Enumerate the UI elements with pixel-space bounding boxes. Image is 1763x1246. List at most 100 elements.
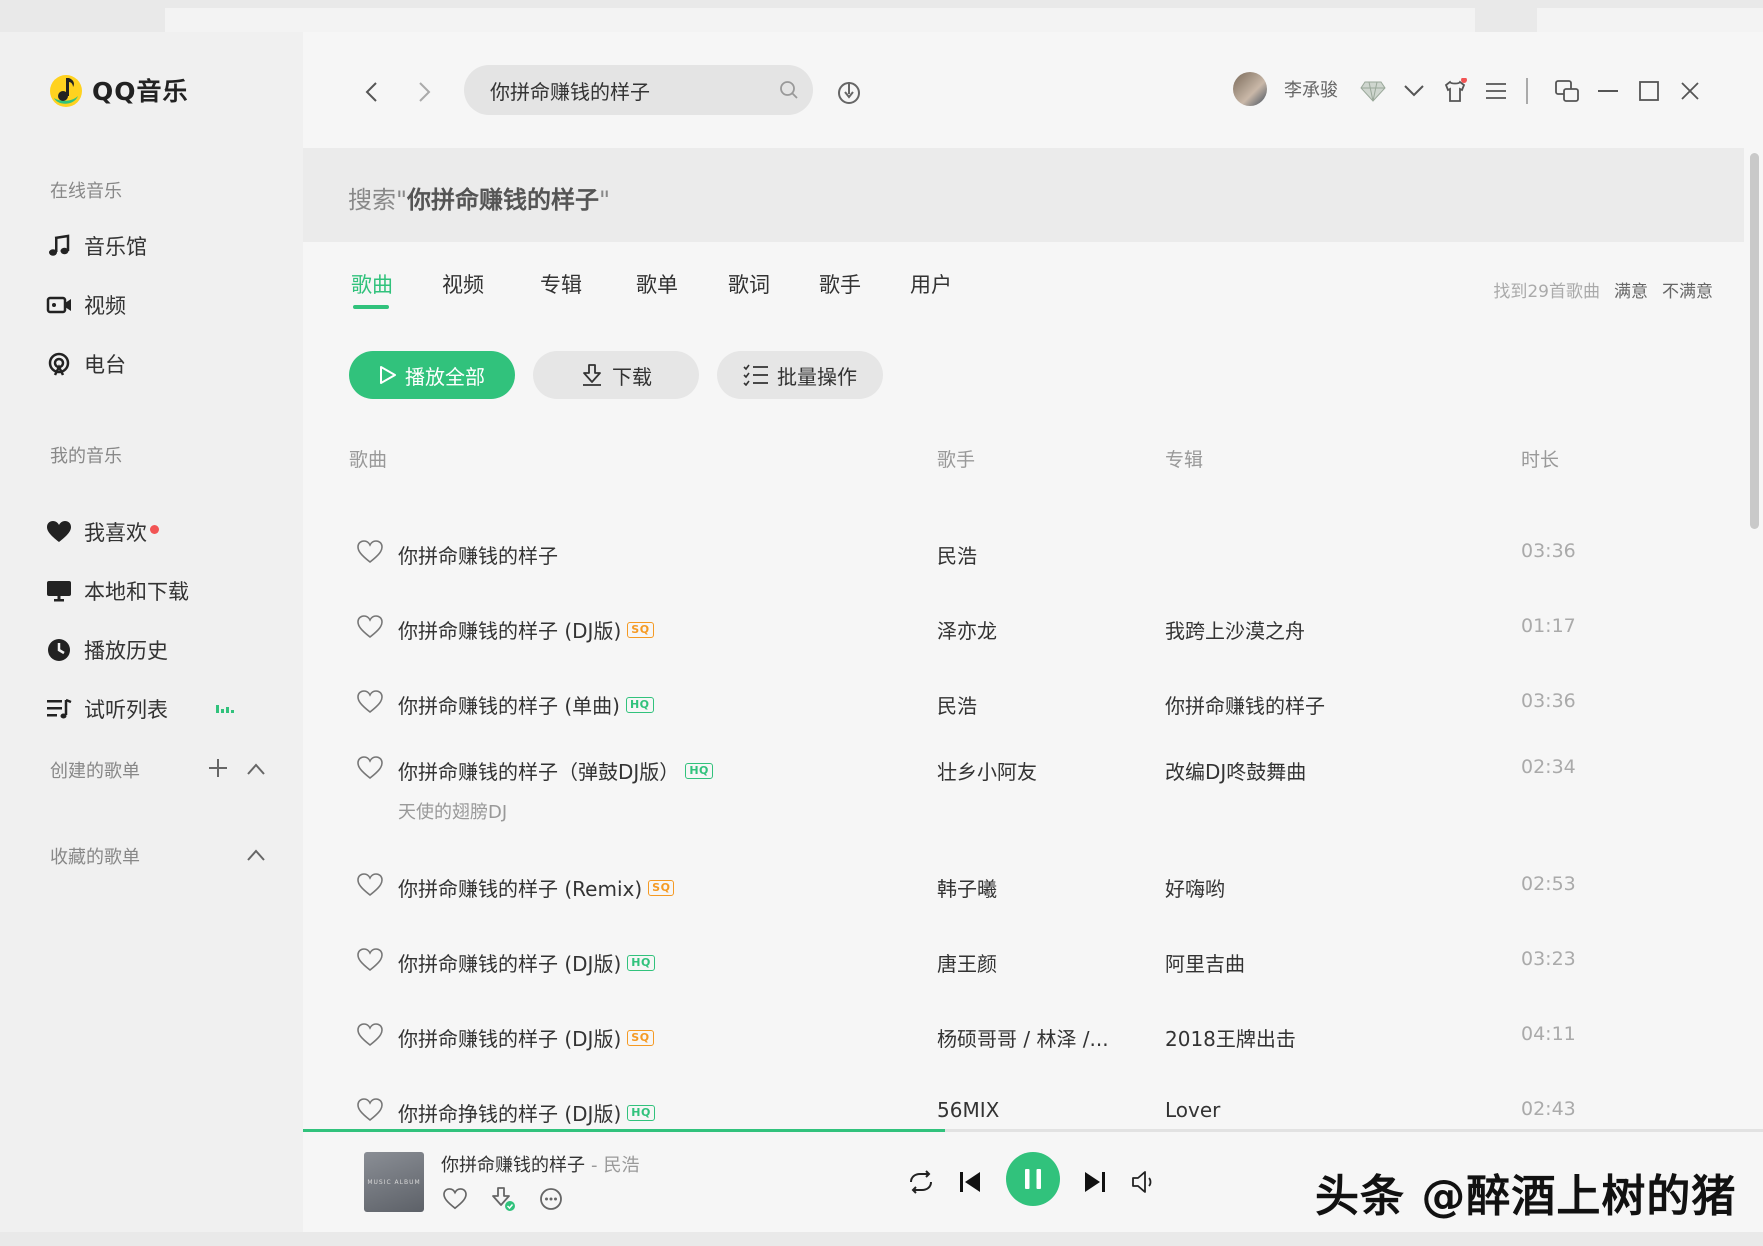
tab-songs[interactable]: 歌曲	[351, 269, 393, 299]
tab-albums[interactable]: 专辑	[540, 269, 582, 299]
forward-button[interactable]	[411, 78, 439, 106]
song-title[interactable]: 你拼命挣钱的样子 (DJ版)	[398, 1098, 621, 1127]
download-button[interactable]: 下载	[533, 351, 699, 399]
album-cover[interactable]: MUSIC ALBUM	[364, 1152, 424, 1212]
play-all-button[interactable]: 播放全部	[349, 351, 515, 399]
chevron-up-icon[interactable]	[246, 846, 266, 867]
song-artist[interactable]: 民浩	[937, 540, 977, 569]
song-album[interactable]: 我跨上沙漠之舟	[1165, 615, 1305, 644]
heart-icon[interactable]	[357, 1023, 383, 1047]
table-row[interactable]: 你拼命赚钱的样子 (DJ版) SQ 杨硕哥哥 / 林泽 /... 2018王牌出击 04…	[303, 1005, 1744, 1065]
tab-videos[interactable]: 视频	[442, 269, 484, 299]
song-title-cell[interactable]: 你拼命赚钱的样子 (DJ版) SQ	[398, 615, 654, 644]
vip-diamond-icon[interactable]	[1358, 76, 1388, 106]
app-logo[interactable]: QQ音乐	[48, 72, 189, 108]
table-row[interactable]: 你拼命赚钱的样子 (DJ版) HQ 唐王颜 阿里吉曲 03:23	[303, 930, 1744, 990]
back-button[interactable]	[357, 78, 385, 106]
tab-users[interactable]: 用户	[910, 269, 952, 299]
song-title-cell[interactable]: 你拼命赚钱的样子（弹鼓DJ版） HQ	[398, 756, 713, 785]
song-title-cell[interactable]: 你拼命赚钱的样子	[398, 540, 558, 569]
like-heart-icon[interactable]	[441, 1185, 469, 1213]
song-artist[interactable]: 壮乡小阿友	[937, 756, 1037, 785]
search-icon[interactable]	[779, 80, 799, 104]
song-title[interactable]: 你拼命赚钱的样子 (DJ版)	[398, 615, 621, 644]
repeat-mode-icon[interactable]	[904, 1165, 938, 1199]
song-title[interactable]: 你拼命赚钱的样子（弹鼓DJ版）	[398, 756, 679, 785]
sidebar-item-history[interactable]: 播放历史	[46, 630, 286, 670]
more-icon[interactable]	[537, 1185, 565, 1213]
song-title-cell[interactable]: 你拼命赚钱的样子 (单曲) HQ	[398, 690, 654, 719]
voice-search-icon[interactable]	[834, 77, 864, 107]
mini-mode-icon[interactable]	[1552, 76, 1582, 106]
sidebar-item-video[interactable]: 视频	[46, 285, 286, 325]
vertical-scrollbar[interactable]	[1744, 148, 1763, 1148]
satisfied-button[interactable]: 满意	[1614, 277, 1648, 302]
song-album[interactable]: 改编DJ咚鼓舞曲	[1165, 756, 1306, 785]
song-album[interactable]: Lover	[1165, 1098, 1220, 1122]
table-row[interactable]: 你拼命赚钱的样子 (DJ版) SQ 泽亦龙 我跨上沙漠之舟 01:17	[303, 597, 1744, 657]
song-artist[interactable]: 56MIX	[937, 1098, 999, 1122]
next-track-icon[interactable]	[1078, 1165, 1112, 1199]
song-title-cell[interactable]: 你拼命赚钱的样子 (DJ版) HQ	[398, 948, 655, 977]
skin-shirt-icon[interactable]	[1440, 76, 1470, 106]
song-album[interactable]: 阿里吉曲	[1165, 948, 1245, 977]
now-playing-title[interactable]: 你拼命赚钱的样子	[441, 1155, 585, 1176]
add-playlist-icon[interactable]	[208, 758, 228, 783]
song-title[interactable]: 你拼命赚钱的样子	[398, 540, 558, 569]
batch-operation-button[interactable]: 批量操作	[717, 351, 883, 399]
column-header-song[interactable]: 歌曲	[349, 445, 387, 472]
sidebar-item-radio[interactable]: 电台	[46, 344, 286, 384]
tab-lyrics[interactable]: 歌词	[728, 269, 770, 299]
song-artist[interactable]: 民浩	[937, 690, 977, 719]
maximize-icon[interactable]	[1634, 76, 1664, 106]
song-album[interactable]: 好嗨哟	[1165, 873, 1225, 902]
playback-progress-bar[interactable]	[303, 1129, 1763, 1132]
song-title[interactable]: 你拼命赚钱的样子 (Remix)	[398, 873, 642, 902]
song-title-cell[interactable]: 你拼命赚钱的样子 (DJ版) SQ	[398, 1023, 654, 1052]
username[interactable]: 李承骏	[1284, 76, 1338, 102]
heart-icon[interactable]	[357, 615, 383, 639]
menu-icon[interactable]	[1481, 76, 1511, 106]
heart-icon[interactable]	[357, 690, 383, 714]
song-title-cell[interactable]: 你拼命赚钱的样子 (Remix) SQ	[398, 873, 675, 902]
sidebar-item-preview-list[interactable]: 试听列表	[46, 689, 286, 729]
song-artist[interactable]: 泽亦龙	[937, 615, 997, 644]
heart-icon[interactable]	[357, 540, 383, 564]
previous-track-icon[interactable]	[953, 1165, 987, 1199]
song-title-cell[interactable]: 你拼命挣钱的样子 (DJ版) HQ	[398, 1098, 655, 1127]
heart-icon[interactable]	[357, 948, 383, 972]
scrollbar-thumb[interactable]	[1750, 153, 1759, 529]
heart-icon[interactable]	[357, 873, 383, 897]
search-input[interactable]	[488, 77, 772, 103]
table-row[interactable]: 你拼命赚钱的样子（弹鼓DJ版） HQ 壮乡小阿友 改编DJ咚鼓舞曲 02:34 天使的翅膀…	[303, 738, 1744, 823]
close-icon[interactable]	[1675, 76, 1705, 106]
song-artist[interactable]: 韩子曦	[937, 873, 997, 902]
song-artist[interactable]: 唐王颜	[937, 948, 997, 977]
song-album[interactable]: 2018王牌出击	[1165, 1023, 1296, 1052]
song-title[interactable]: 你拼命赚钱的样子 (单曲)	[398, 690, 620, 719]
sidebar-item-local-downloads[interactable]: 本地和下载	[46, 571, 286, 611]
chevron-up-icon[interactable]	[246, 760, 266, 781]
column-header-duration[interactable]: 时长	[1521, 445, 1559, 472]
table-row[interactable]: 你拼命赚钱的样子 (Remix) SQ 韩子曦 好嗨哟 02:53	[303, 855, 1744, 915]
column-header-artist[interactable]: 歌手	[937, 445, 975, 472]
heart-icon[interactable]	[357, 756, 383, 780]
song-title[interactable]: 你拼命赚钱的样子 (DJ版)	[398, 1023, 621, 1052]
pause-button[interactable]	[1006, 1152, 1060, 1206]
tab-singers[interactable]: 歌手	[819, 269, 861, 299]
song-album[interactable]: 你拼命赚钱的样子	[1165, 690, 1325, 719]
tab-playlists[interactable]: 歌单	[636, 269, 678, 299]
song-title[interactable]: 你拼命赚钱的样子 (DJ版)	[398, 948, 621, 977]
chevron-down-icon[interactable]	[1399, 76, 1429, 106]
sidebar-item-music-hall[interactable]: 音乐馆	[46, 226, 286, 266]
downloaded-icon[interactable]	[489, 1185, 517, 1213]
avatar[interactable]	[1233, 72, 1267, 106]
column-header-album[interactable]: 专辑	[1165, 445, 1203, 472]
sidebar-item-favorites[interactable]: 我喜欢	[46, 512, 286, 552]
user-profile[interactable]: 李承骏	[1233, 72, 1338, 106]
heart-icon[interactable]	[357, 1098, 383, 1122]
table-row[interactable]: 你拼命赚钱的样子 (单曲) HQ 民浩 你拼命赚钱的样子 03:36	[303, 672, 1744, 732]
search-box[interactable]	[464, 65, 813, 115]
table-row[interactable]: 你拼命赚钱的样子 民浩 03:36	[303, 522, 1744, 582]
minimize-icon[interactable]	[1593, 76, 1623, 106]
